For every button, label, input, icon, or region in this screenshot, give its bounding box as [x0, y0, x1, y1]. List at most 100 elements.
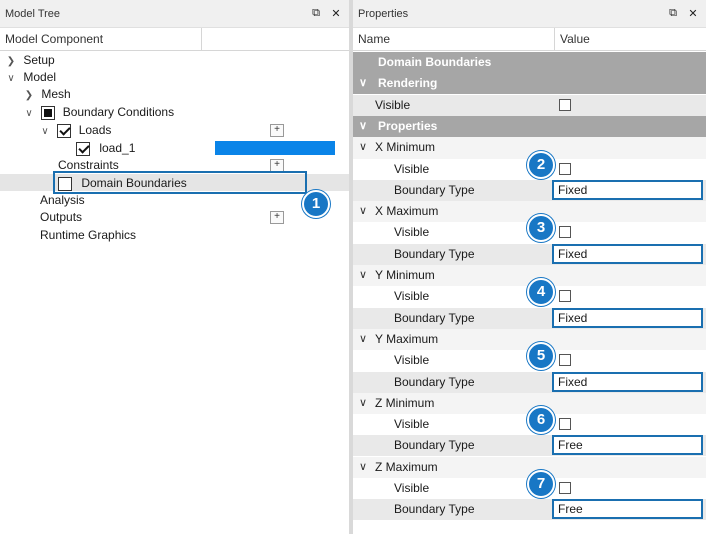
chevron-down-icon[interactable]: ∨ — [6, 70, 16, 87]
visible-label: Visible — [394, 289, 430, 304]
tree-item-domain-boundaries[interactable]: Domain Boundaries — [58, 175, 187, 192]
chevron-down-icon[interactable]: ∨ — [359, 393, 367, 414]
tree-item-outputs[interactable]: Outputs — [40, 209, 82, 226]
visible-label: Visible — [394, 225, 430, 240]
model-tree-titlebar: Model Tree ⧉ ✕ — [0, 0, 349, 28]
row-boundary-type[interactable]: Boundary Type Free — [353, 499, 706, 521]
chevron-down-icon[interactable]: ∨ — [359, 73, 367, 94]
chevron-down-icon[interactable]: ∨ — [40, 123, 50, 140]
properties-header-row[interactable]: Domain Boundaries — [353, 52, 706, 73]
boundary-type-select[interactable]: Free — [552, 435, 703, 456]
visible-checkbox[interactable] — [559, 290, 571, 303]
model-tree-panel: Model Tree ⧉ ✕ Model Component ❯ Setup ∨… — [0, 0, 349, 534]
row-visible[interactable]: Visible 7 — [353, 470, 706, 499]
domain-boundaries-checkbox[interactable] — [58, 176, 72, 191]
chevron-down-icon[interactable]: ∨ — [24, 105, 34, 122]
visible-label: Visible — [394, 161, 430, 176]
group-label: Z Minimum — [375, 395, 435, 410]
boundary-type-label: Boundary Type — [394, 374, 475, 389]
row-boundary-type[interactable]: Boundary Type Fixed — [353, 371, 706, 393]
chevron-down-icon[interactable]: ∨ — [359, 265, 367, 286]
chevron-down-icon[interactable]: ∨ — [359, 457, 367, 478]
tree-label-domain-boundaries: Domain Boundaries — [81, 176, 187, 190]
boundary-type-select[interactable]: Fixed — [552, 371, 703, 392]
rendering-visible-label: Visible — [375, 97, 411, 112]
add-output-button[interactable]: + — [270, 211, 284, 224]
callout-4: 4 — [527, 278, 555, 307]
close-icon[interactable]: ✕ — [686, 7, 700, 21]
callout-7: 7 — [527, 470, 555, 498]
boundary-type-select[interactable]: Fixed — [552, 179, 703, 200]
group-label: Y Maximum — [375, 331, 439, 346]
section-properties[interactable]: ∨ Properties — [353, 115, 706, 137]
visible-checkbox[interactable] — [559, 418, 571, 431]
callout-1: 1 — [302, 190, 330, 218]
visible-checkbox[interactable] — [559, 482, 571, 494]
tree-label-constraints: Constraints — [58, 158, 119, 172]
section-properties-label: Properties — [378, 118, 438, 133]
tree-item-loads[interactable]: ∨ Loads — [40, 122, 111, 139]
boundary-type-label: Boundary Type — [394, 182, 475, 197]
row-boundary-type[interactable]: Boundary Type Free — [353, 435, 706, 457]
add-load-button[interactable]: + — [270, 124, 284, 137]
tree-item-mesh[interactable]: ❯ Mesh — [24, 86, 71, 103]
group-label: Z Maximum — [375, 459, 438, 474]
callout-3: 3 — [527, 214, 555, 243]
close-icon[interactable]: ✕ — [329, 7, 343, 21]
properties-title: Properties — [358, 7, 409, 20]
value-column[interactable]: Value — [555, 28, 706, 51]
section-rendering[interactable]: ∨ Rendering — [353, 73, 706, 95]
chevron-down-icon[interactable]: ∨ — [359, 116, 367, 137]
tree-label-outputs: Outputs — [40, 210, 83, 224]
visible-checkbox[interactable] — [559, 226, 571, 239]
chevron-down-icon[interactable]: ∨ — [359, 201, 367, 222]
visible-checkbox[interactable] — [559, 162, 571, 175]
float-window-icon[interactable]: ⧉ — [309, 7, 323, 21]
boundary-type-select[interactable]: Fixed — [552, 307, 703, 328]
model-component-column[interactable]: Model Component — [0, 28, 202, 51]
boundary-type-label: Boundary Type — [394, 438, 475, 453]
boundary-type-select[interactable]: Free — [552, 499, 703, 520]
tree-item-load-1[interactable]: load_1 — [76, 140, 135, 157]
row-boundary-type[interactable]: Boundary Type Fixed — [353, 243, 706, 265]
callout-6: 6 — [527, 406, 555, 435]
chevron-down-icon[interactable]: ∨ — [359, 329, 367, 350]
load-color-swatch[interactable] — [215, 141, 335, 155]
row-visible[interactable]: Visible 4 — [353, 278, 706, 308]
row-rendering-visible[interactable]: Visible — [353, 94, 706, 116]
tree-item-analysis[interactable]: Analysis — [40, 192, 85, 209]
rendering-visible-checkbox[interactable] — [559, 98, 571, 111]
tree-label-analysis: Analysis — [40, 193, 85, 207]
row-visible[interactable]: Visible 2 — [353, 150, 706, 180]
row-boundary-type[interactable]: Boundary Type Fixed — [353, 179, 706, 201]
tree-label-mesh: Mesh — [41, 87, 71, 101]
tree-item-runtime-graphics[interactable]: Runtime Graphics — [40, 227, 136, 244]
row-visible[interactable]: Visible 6 — [353, 406, 706, 436]
chevron-right-icon[interactable]: ❯ — [6, 53, 16, 70]
row-visible[interactable]: Visible 3 — [353, 214, 706, 244]
group-label: Y Minimum — [375, 268, 435, 282]
float-window-icon[interactable]: ⧉ — [666, 7, 680, 21]
row-visible[interactable]: Visible 5 — [353, 342, 706, 372]
callout-5: 5 — [527, 342, 555, 371]
tree-label-load-1: load_1 — [99, 141, 136, 155]
row-boundary-type[interactable]: Boundary Type Fixed — [353, 307, 706, 329]
boundary-conditions-checkbox[interactable] — [41, 105, 56, 120]
boundary-type-label: Boundary Type — [394, 502, 475, 517]
visible-checkbox[interactable] — [559, 354, 571, 367]
tree-item-setup[interactable]: ❯ Setup — [6, 52, 55, 69]
load-1-checkbox[interactable] — [76, 141, 90, 156]
tree-item-boundary-conditions[interactable]: ∨ Boundary Conditions — [24, 104, 174, 121]
tree-label-boundary-conditions: Boundary Conditions — [62, 105, 175, 119]
properties-titlebar: Properties ⧉ ✕ — [353, 0, 706, 28]
loads-checkbox[interactable] — [57, 123, 72, 138]
boundary-type-select[interactable]: Fixed — [552, 243, 703, 264]
chevron-right-icon[interactable]: ❯ — [24, 87, 34, 104]
tree-label-loads: Loads — [78, 123, 112, 137]
name-column[interactable]: Name — [353, 28, 555, 51]
chevron-down-icon[interactable]: ∨ — [359, 137, 367, 158]
properties-panel: Properties ⧉ ✕ Name Value Domain Boundar… — [353, 0, 706, 534]
visible-label: Visible — [394, 417, 430, 432]
value-column-empty — [202, 28, 349, 51]
tree-item-model[interactable]: ∨ Model — [6, 69, 56, 86]
